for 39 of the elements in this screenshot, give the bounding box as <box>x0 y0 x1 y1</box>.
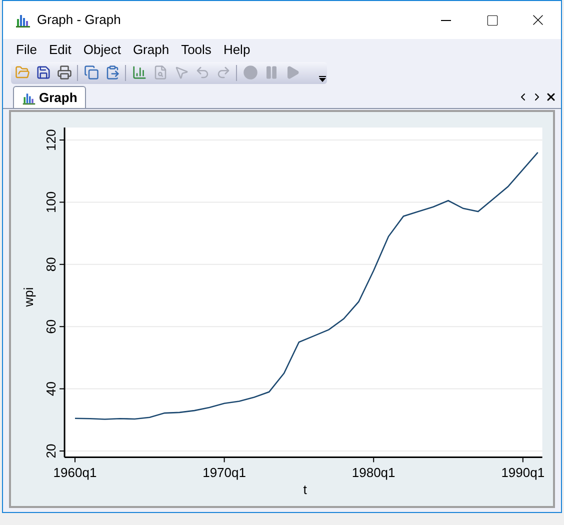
y-tick-label: 120 <box>44 129 59 151</box>
open-folder-icon <box>14 65 30 80</box>
maximize-icon <box>486 14 498 26</box>
caret-icon <box>318 76 326 82</box>
redo-icon <box>216 65 230 80</box>
printer-button[interactable] <box>55 64 73 82</box>
y-tick-label: 20 <box>44 444 59 458</box>
menu-item[interactable]: Graph <box>128 40 174 60</box>
y-tick-label: 40 <box>44 382 59 396</box>
save-icon <box>36 65 50 80</box>
close-tab-icon <box>545 91 557 103</box>
menu-item[interactable]: Object <box>78 40 126 60</box>
copy-button[interactable] <box>82 64 100 82</box>
undo-icon <box>194 65 210 80</box>
menu-item[interactable]: File <box>11 40 42 60</box>
y-tick-label: 60 <box>44 319 59 334</box>
paste-icon <box>104 65 120 80</box>
x-tick-label: 1980q1 <box>352 465 396 480</box>
document-search-icon <box>152 65 168 80</box>
x-tick-label: 1970q1 <box>202 465 246 480</box>
x-tick-label: 1990q1 <box>501 465 545 480</box>
y-tick-label: 80 <box>44 257 59 272</box>
menu-item[interactable]: Tools <box>176 40 216 60</box>
x-axis-title: t <box>303 482 307 497</box>
pause-icon <box>264 65 278 80</box>
graph-icon <box>22 90 36 104</box>
window-title: Graph - Graph <box>37 11 121 30</box>
pointer-icon <box>174 65 188 80</box>
printer-icon <box>56 65 72 80</box>
record-icon <box>242 65 258 80</box>
y-tick-label: 100 <box>44 191 59 214</box>
menu-item[interactable]: Help <box>218 40 256 60</box>
graph-tab[interactable]: Graph <box>13 86 86 108</box>
menu-item[interactable]: Edit <box>44 40 76 60</box>
x-tick-label: 1960q1 <box>53 465 97 480</box>
app-icon <box>15 12 31 28</box>
copy-icon <box>84 65 98 80</box>
play-icon <box>284 65 300 80</box>
y-axis-title: wpi <box>21 287 36 307</box>
